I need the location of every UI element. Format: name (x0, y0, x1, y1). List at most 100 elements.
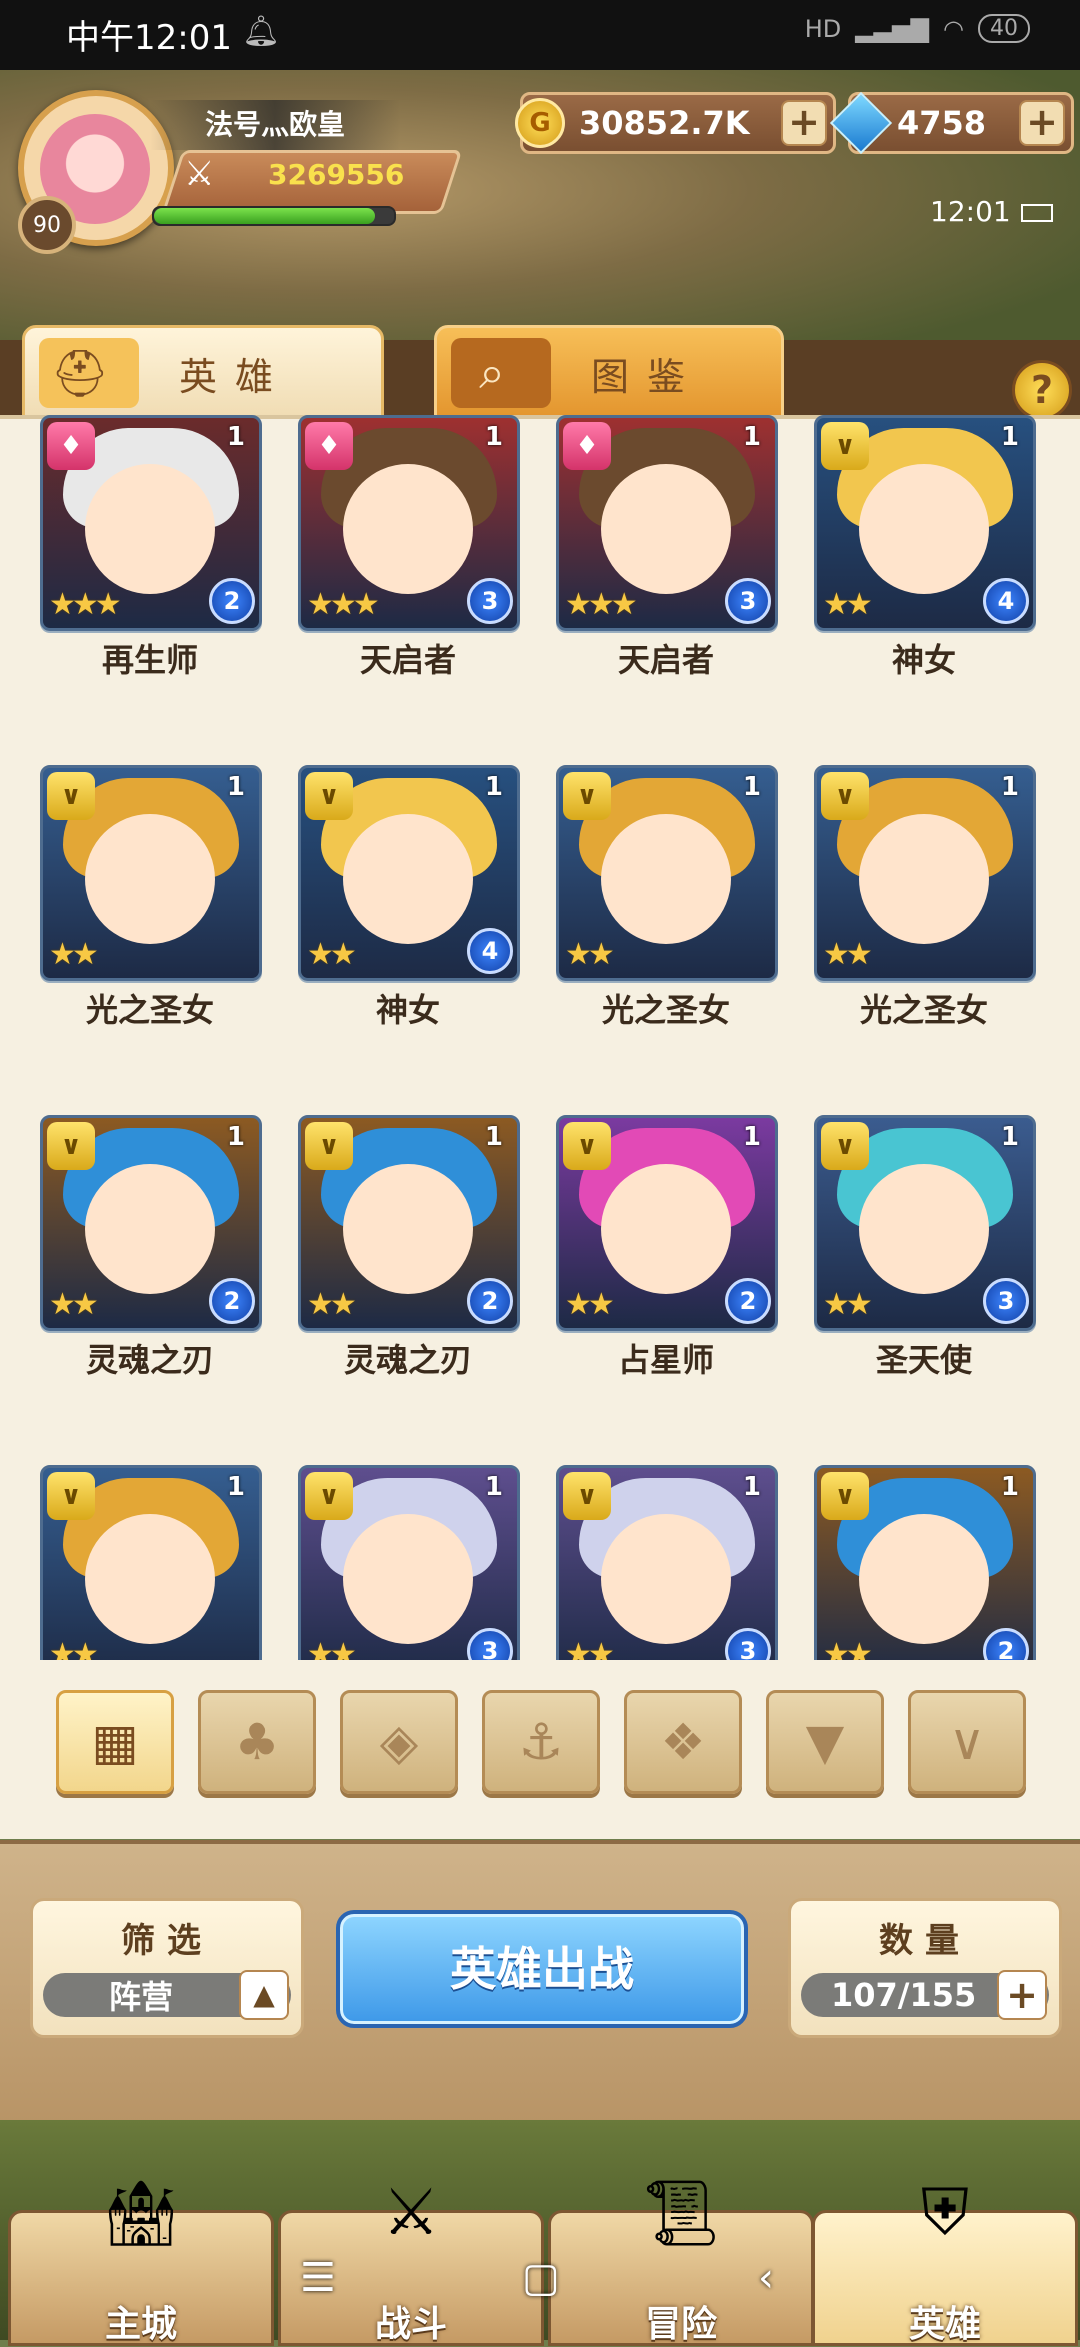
filter-dark-button[interactable]: ▼ (766, 1690, 884, 1794)
hero-card[interactable]: ♦ 1 ★★★ 2 再生师 (40, 415, 262, 695)
hero-face (343, 814, 473, 944)
star-rating: ★★ (823, 1637, 873, 1660)
hero-card[interactable]: ∨ 1 ★★ 2 灵魂之刃 (40, 1115, 262, 1395)
star-rating: ★★ (49, 1637, 99, 1660)
faction-icon: ∨ (821, 772, 869, 820)
screen-filter-title: 筛选 (121, 1921, 213, 1961)
filter-water-button[interactable]: ◈ (340, 1690, 458, 1794)
status-right: HD ▂▃▅▇ ◠ 40 (805, 14, 1030, 43)
hero-count: 1 (1000, 1122, 1019, 1152)
hero-count: 1 (226, 1472, 245, 1502)
hero-face (859, 814, 989, 944)
filter-beast-button[interactable]: ❖ (624, 1690, 742, 1794)
deploy-heroes-button[interactable]: 英雄出战 (336, 1910, 748, 2028)
hero-card[interactable]: ∨ 1 ★★ 4 神女 (814, 415, 1036, 695)
hero-portrait: ∨ 1 ★★ 3 (814, 1115, 1036, 1331)
nav-adventure-label: 冒险 (644, 2304, 717, 2345)
home-key[interactable]: ▢ (522, 2255, 560, 2301)
star-rating: ★★★ (49, 587, 122, 622)
hero-card[interactable]: ∨ 1 ★★ 3 圣天使 (814, 1115, 1036, 1395)
hero-card[interactable]: ♦ 1 ★★★ 3 天启者 (556, 415, 778, 695)
hero-level-badge: 2 (467, 1278, 513, 1324)
star-rating: ★★ (565, 1287, 615, 1322)
hero-level-badge: 2 (209, 1278, 255, 1324)
faction-icon: ∨ (821, 1122, 869, 1170)
faction-icon: ∨ (563, 1472, 611, 1520)
hero-portrait: ∨ 1 ★★ 3 (298, 1465, 520, 1660)
hero-card[interactable]: ∨ 1 ★★ 光之圣女 (40, 765, 262, 1045)
hero-count: 1 (1000, 1472, 1019, 1502)
hero-grid[interactable]: ♦ 1 ★★★ 2 再生师 ♦ 1 ★★★ 3 天启者 ♦ 1 ★★★ 3 天启者 ∨ 1 ★★ 4 神女 ∨ 1 ★★ 光之… (0, 415, 1080, 1660)
hero-card[interactable]: ∨ 1 ★★ 光之圣女 (814, 765, 1036, 1045)
hero-name: 神女 (375, 991, 440, 1029)
help-button[interactable]: ? (1012, 360, 1072, 420)
beast-icon: ❖ (660, 1713, 706, 1771)
signal-icon: ▂▃▅▇ (855, 14, 930, 43)
faction-icon: ∨ (47, 1122, 95, 1170)
hero-name: 天启者 (359, 641, 456, 679)
tab-codex[interactable]: ⌕ 图鉴 (434, 325, 784, 421)
hero-name: 再生师 (101, 641, 198, 679)
star-rating: ★★ (49, 1287, 99, 1322)
screen-filter-select[interactable]: 阵营 ▲ (43, 1970, 291, 2020)
add-capacity-button[interactable]: + (997, 1970, 1047, 2020)
quantity-box: 数量 107/155 + (788, 1898, 1062, 2038)
hero-portrait: ∨ 1 ★★ (40, 765, 262, 981)
hero-card[interactable]: ♦ 1 ★★★ 3 天启者 (298, 415, 520, 695)
hero-card[interactable]: ∨ 1 ★★ (40, 1465, 262, 1660)
filter-sea-button[interactable]: ⚓ (482, 1690, 600, 1794)
hero-portrait: ∨ 1 ★★ 4 (814, 415, 1036, 631)
hero-card[interactable]: ∨ 1 ★★ 4 神女 (298, 765, 520, 1045)
hero-card[interactable]: ∨ 1 ★★ 3 (556, 1465, 778, 1660)
add-gold-button[interactable]: + (781, 100, 827, 146)
tab-heroes[interactable]: ⛑ 英雄 (22, 325, 384, 421)
hero-level-badge: 2 (983, 1628, 1029, 1660)
quantity-value: 107/155 (831, 1976, 977, 2014)
status-time: 中午12:01 (66, 18, 232, 58)
hero-count: 1 (1000, 772, 1019, 802)
hero-count: 1 (226, 1122, 245, 1152)
hero-portrait: ∨ 1 ★★ 2 (40, 1115, 262, 1331)
nav-heroes[interactable]: ⛨ 英雄 (812, 2176, 1078, 2346)
nav-adventure[interactable]: 📜︎ 冒险 (548, 2177, 814, 2346)
filter-all-button[interactable]: ▦ (56, 1690, 174, 1794)
chevron-up-icon[interactable]: ▲ (239, 1970, 289, 2020)
hero-card[interactable]: ∨ 1 ★★ 光之圣女 (556, 765, 778, 1045)
tab-codex-label: 图鉴 (591, 354, 704, 399)
hero-card[interactable]: ∨ 1 ★★ 2 占星师 (556, 1115, 778, 1395)
game-clock: 12:01 (930, 195, 1053, 228)
hero-count: 1 (484, 772, 503, 802)
add-gems-button[interactable]: + (1019, 100, 1065, 146)
screen-filter-box: 筛选 阵营 ▲ (30, 1898, 304, 2038)
menu-key[interactable]: ☰ (300, 2255, 336, 2301)
hero-count: 1 (226, 772, 245, 802)
filter-nature-button[interactable]: ♣ (198, 1690, 316, 1794)
hero-card[interactable]: ∨ 1 ★★ 2 (814, 1465, 1036, 1660)
star-rating: ★★★ (307, 587, 380, 622)
xp-bar (152, 206, 396, 226)
battery-icon (1020, 204, 1053, 222)
hero-card[interactable]: ∨ 1 ★★ 3 (298, 1465, 520, 1660)
hero-portrait: ∨ 1 ★★ (40, 1465, 262, 1660)
hero-portrait: ∨ 1 ★★ 4 (298, 765, 520, 981)
back-key[interactable]: ‹ (758, 2255, 774, 2301)
nav-battle-label: 战斗 (374, 2304, 447, 2345)
hero-face (85, 1164, 215, 1294)
scroll-icon: 📜︎ (640, 2176, 722, 2251)
star-rating: ★★★ (565, 587, 638, 622)
castle-icon: 🏰︎ (100, 2176, 182, 2251)
hero-level-badge: 3 (983, 1278, 1029, 1324)
gold-value: 30852.7K (579, 104, 750, 142)
filter-light-button[interactable]: ∨ (908, 1690, 1026, 1794)
star-rating: ★★ (823, 937, 873, 972)
gem-counter: 4758 + (829, 91, 1074, 155)
hero-card[interactable]: ∨ 1 ★★ 2 灵魂之刃 (298, 1115, 520, 1395)
faction-icon: ∨ (47, 1472, 95, 1520)
hero-name: 灵魂之刃 (85, 1341, 214, 1379)
nav-main-city[interactable]: 🏰︎ 主城 (8, 2177, 274, 2346)
tab-heroes-label: 英雄 (179, 354, 292, 399)
star-rating: ★★ (307, 1637, 357, 1660)
faction-icon: ∨ (563, 772, 611, 820)
sprout-icon: ♣ (234, 1713, 280, 1771)
hero-name: 灵魂之刃 (343, 1341, 472, 1379)
